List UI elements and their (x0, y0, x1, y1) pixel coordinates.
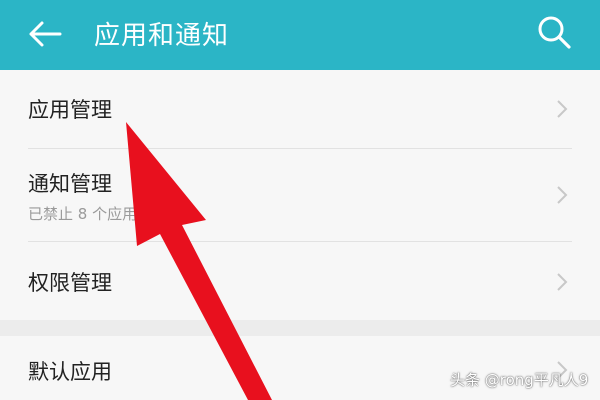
list-item-notification-management[interactable]: 通知管理 已禁止 8 个应用发送通知 (0, 149, 600, 241)
section-gap (0, 320, 600, 336)
search-icon[interactable] (536, 14, 572, 50)
list-item-label: 通知管理 (28, 172, 112, 196)
list-item-app-management[interactable]: 应用管理 (0, 70, 600, 148)
chevron-right-icon (557, 273, 568, 291)
list-item-label: 应用管理 (28, 98, 112, 122)
watermark: 头条 @rong平凡人9 (450, 371, 589, 389)
back-arrow-icon[interactable] (28, 20, 62, 48)
list-item-label: 默认应用 (28, 360, 112, 384)
list-item-label: 权限管理 (28, 271, 112, 295)
list-item-default-apps[interactable]: 默认应用 (0, 336, 600, 400)
list-item-permission-management[interactable]: 权限管理 (0, 242, 600, 320)
chevron-right-icon (557, 100, 568, 118)
app-bar: 应用和通知 (0, 0, 600, 70)
list-item-subtitle: 已禁止 8 个应用发送通知 (28, 205, 198, 223)
page-title: 应用和通知 (94, 21, 230, 51)
settings-list: 应用管理 通知管理 已禁止 8 个应用发送通知 权限管理 (0, 70, 600, 320)
chevron-right-icon (557, 186, 568, 204)
